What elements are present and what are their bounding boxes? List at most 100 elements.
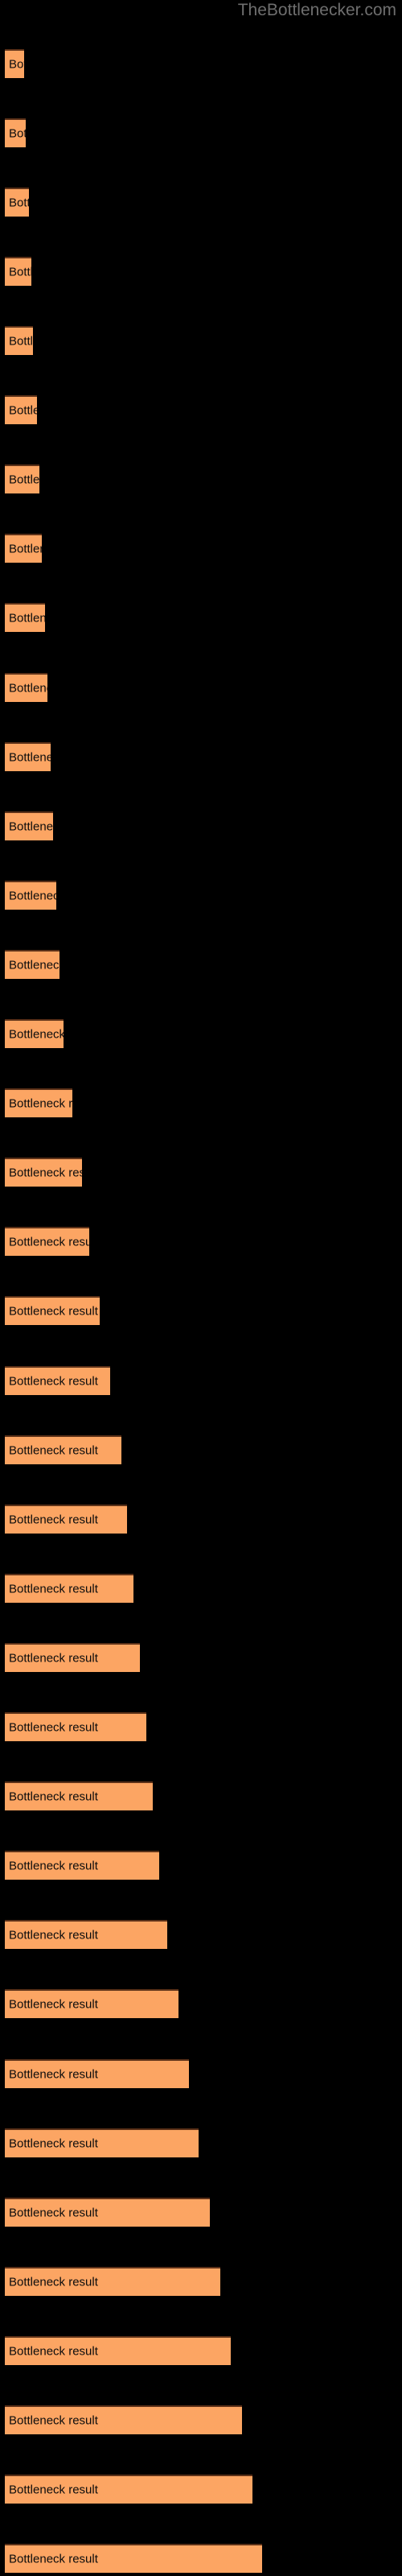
bar-label: Bottleneck result <box>9 1166 82 1180</box>
bar-row: Bottleneck result <box>0 950 402 982</box>
bar[interactable]: Bottleneck result <box>5 1227 89 1256</box>
bar-label: Bottleneck result <box>9 265 31 279</box>
bar[interactable]: Bottleneck result <box>5 1851 159 1880</box>
bar-label: Bottleneck result <box>9 611 45 625</box>
bar-row: Bottleneck result <box>0 1505 402 1537</box>
bar-row: Bottleneck result <box>0 2267 402 2299</box>
bar[interactable]: Bottleneck result <box>5 464 39 493</box>
bar-row: Bottleneck result <box>0 881 402 913</box>
bar-row: Bottleneck result <box>0 2198 402 2230</box>
bar-chart-canvas: TheBottlenecker.com Bottleneck resultBot… <box>0 0 402 2576</box>
bar-row: Bottleneck result <box>0 673 402 705</box>
bar-label: Bottleneck result <box>9 1651 98 1666</box>
bar-row: Bottleneck result <box>0 1851 402 1883</box>
bar[interactable]: Bottleneck result <box>5 742 51 771</box>
bar-label: Bottleneck result <box>9 126 26 141</box>
bar-row: Bottleneck result <box>0 188 402 220</box>
bar-row: Bottleneck result <box>0 2475 402 2507</box>
bar-label: Bottleneck result <box>9 334 33 349</box>
bar-row: Bottleneck result <box>0 49 402 81</box>
bar[interactable]: Bottleneck result <box>5 1158 82 1187</box>
bar-row: Bottleneck result <box>0 2336 402 2368</box>
bar[interactable]: Bottleneck result <box>5 49 24 78</box>
bar-label: Bottleneck result <box>9 1582 98 1596</box>
bar[interactable]: Bottleneck result <box>5 673 47 702</box>
bar[interactable]: Bottleneck result <box>5 2405 242 2434</box>
bar-row: Bottleneck result <box>0 2128 402 2161</box>
bar[interactable]: Bottleneck result <box>5 2267 220 2296</box>
bar-label: Bottleneck result <box>9 473 39 487</box>
bar-label: Bottleneck result <box>9 1096 72 1111</box>
bar[interactable]: Bottleneck result <box>5 2198 210 2227</box>
bar[interactable]: Bottleneck result <box>5 1643 140 1672</box>
bar[interactable]: Bottleneck result <box>5 1088 72 1117</box>
bar[interactable]: Bottleneck result <box>5 1712 146 1741</box>
bar[interactable]: Bottleneck result <box>5 118 26 147</box>
bar-row: Bottleneck result <box>0 326 402 358</box>
bar-row: Bottleneck result <box>0 395 402 427</box>
bar-label: Bottleneck result <box>9 196 29 210</box>
bar-label: Bottleneck result <box>9 1720 98 1735</box>
bar-row: Bottleneck result <box>0 1158 402 1190</box>
bar[interactable]: Bottleneck result <box>5 950 59 979</box>
bar[interactable]: Bottleneck result <box>5 1366 110 1395</box>
bar-label: Bottleneck result <box>9 2275 98 2289</box>
bar-label: Bottleneck result <box>9 1790 98 1804</box>
bar[interactable]: Bottleneck result <box>5 188 29 217</box>
bar-label: Bottleneck result <box>9 57 24 72</box>
bar[interactable]: Bottleneck result <box>5 395 37 424</box>
bar[interactable]: Bottleneck result <box>5 257 31 286</box>
bar-label: Bottleneck result <box>9 1304 98 1319</box>
bar-label: Bottleneck result <box>9 1443 98 1458</box>
bar[interactable]: Bottleneck result <box>5 326 33 355</box>
bar-label: Bottleneck result <box>9 1859 98 1873</box>
bar[interactable]: Bottleneck result <box>5 1781 153 1810</box>
bar[interactable]: Bottleneck result <box>5 1505 127 1534</box>
bar-label: Bottleneck result <box>9 819 53 834</box>
bar[interactable]: Bottleneck result <box>5 811 53 840</box>
bar-label: Bottleneck result <box>9 750 51 765</box>
bar[interactable]: Bottleneck result <box>5 534 42 563</box>
bar-row: Bottleneck result <box>0 2544 402 2576</box>
bar-label: Bottleneck result <box>9 542 42 556</box>
bar-row: Bottleneck result <box>0 118 402 151</box>
bar-label: Bottleneck result <box>9 1513 98 1527</box>
bar[interactable]: Bottleneck result <box>5 603 45 632</box>
bar-row: Bottleneck result <box>0 534 402 566</box>
bar[interactable]: Bottleneck result <box>5 881 56 910</box>
bar[interactable]: Bottleneck result <box>5 2059 189 2088</box>
bar-row: Bottleneck result <box>0 1366 402 1398</box>
bar-label: Bottleneck result <box>9 1928 98 1942</box>
bar-label: Bottleneck result <box>9 1997 98 2012</box>
bar-label: Bottleneck result <box>9 403 37 418</box>
bar-row: Bottleneck result <box>0 2059 402 2091</box>
bar-label: Bottleneck result <box>9 2136 98 2151</box>
bar-label: Bottleneck result <box>9 2067 98 2082</box>
bar[interactable]: Bottleneck result <box>5 1435 121 1464</box>
bar-label: Bottleneck result <box>9 1235 89 1249</box>
bar-row: Bottleneck result <box>0 1920 402 1952</box>
bar-label: Bottleneck result <box>9 2483 98 2497</box>
bar-label: Bottleneck result <box>9 1027 64 1042</box>
bar[interactable]: Bottleneck result <box>5 2475 252 2504</box>
bar-label: Bottleneck result <box>9 2206 98 2220</box>
bar-row: Bottleneck result <box>0 1019 402 1051</box>
bar[interactable]: Bottleneck result <box>5 1019 64 1048</box>
bar-label: Bottleneck result <box>9 889 56 903</box>
bar-label: Bottleneck result <box>9 2552 98 2566</box>
bar-row: Bottleneck result <box>0 1435 402 1468</box>
bar[interactable]: Bottleneck result <box>5 1989 178 2018</box>
bar[interactable]: Bottleneck result <box>5 1920 167 1949</box>
bar-row: Bottleneck result <box>0 1712 402 1744</box>
bar[interactable]: Bottleneck result <box>5 1574 133 1603</box>
bar-label: Bottleneck result <box>9 2413 98 2428</box>
bar[interactable]: Bottleneck result <box>5 2544 262 2573</box>
bar-label: Bottleneck result <box>9 958 59 972</box>
bar[interactable]: Bottleneck result <box>5 2336 231 2365</box>
bar-row: Bottleneck result <box>0 811 402 844</box>
bar-row: Bottleneck result <box>0 1574 402 1606</box>
bar[interactable]: Bottleneck result <box>5 1296 100 1325</box>
bar-row: Bottleneck result <box>0 1781 402 1814</box>
bar-row: Bottleneck result <box>0 1227 402 1259</box>
bar[interactable]: Bottleneck result <box>5 2128 199 2157</box>
